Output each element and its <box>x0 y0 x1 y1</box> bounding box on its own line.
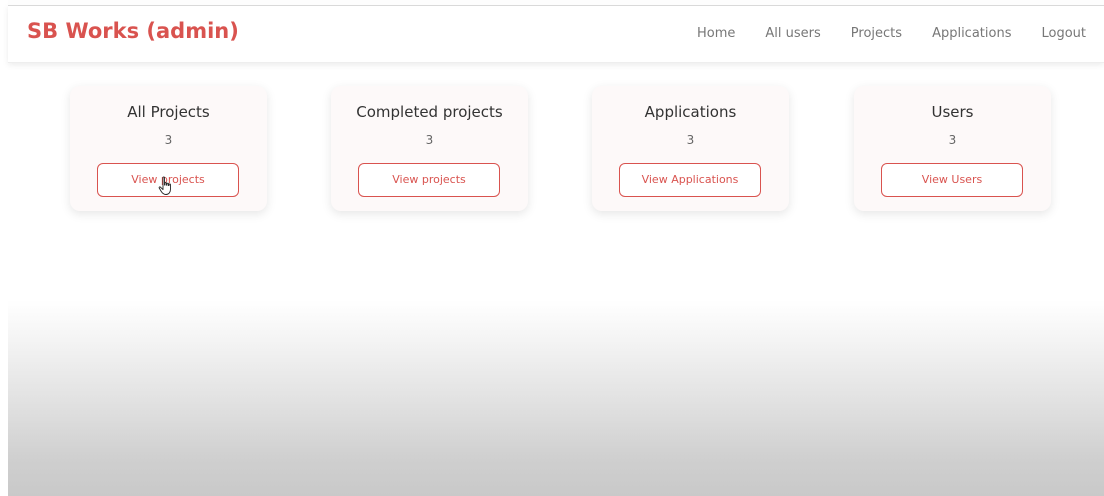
navbar: SB Works (admin) Home All users Projects… <box>8 0 1104 63</box>
nav-link-applications[interactable]: Applications <box>932 26 1011 41</box>
card-applications: Applications 3 View Applications <box>592 86 789 211</box>
nav-link-home[interactable]: Home <box>697 26 735 41</box>
nav-links: Home All users Projects Applications Log… <box>667 26 1086 41</box>
card-title: Applications <box>644 103 737 121</box>
card-count: 3 <box>425 133 434 147</box>
view-applications-button[interactable]: View Applications <box>619 163 761 197</box>
view-users-button[interactable]: View Users <box>881 163 1023 197</box>
card-title: Users <box>931 103 974 121</box>
hand-pointer-icon <box>158 176 171 195</box>
card-completed-projects: Completed projects 3 View projects <box>331 86 528 211</box>
view-completed-projects-button[interactable]: View projects <box>358 163 500 197</box>
card-count: 3 <box>164 133 173 147</box>
window-top-edge <box>8 0 1104 6</box>
nav-link-logout[interactable]: Logout <box>1041 26 1086 41</box>
brand-title[interactable]: SB Works (admin) <box>27 19 239 43</box>
page: SB Works (admin) Home All users Projects… <box>8 0 1104 496</box>
nav-link-projects[interactable]: Projects <box>851 26 902 41</box>
card-users: Users 3 View Users <box>854 86 1051 211</box>
card-count: 3 <box>948 133 957 147</box>
card-title: All Projects <box>127 103 210 121</box>
card-count: 3 <box>686 133 695 147</box>
card-title: Completed projects <box>356 103 503 121</box>
nav-link-all-users[interactable]: All users <box>765 26 820 41</box>
